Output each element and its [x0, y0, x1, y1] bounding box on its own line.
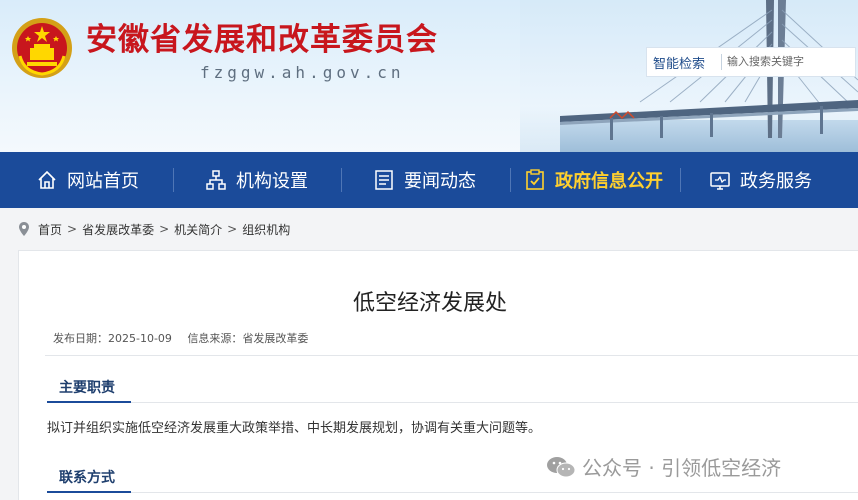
- search-box: 智能检索: [646, 47, 856, 77]
- org-chart-icon: [206, 170, 226, 190]
- nav-divider: [173, 168, 174, 192]
- nav-item-home[interactable]: 网站首页: [36, 152, 139, 208]
- breadcrumb-home[interactable]: 首页: [38, 221, 62, 238]
- section-heading-contact: 联系方式: [59, 470, 115, 486]
- divider: [45, 355, 858, 356]
- breadcrumb-separator: >: [227, 222, 238, 236]
- info-source: 信息来源：省发展改革委: [187, 332, 308, 345]
- publish-date: 发布日期：2025-10-09: [53, 332, 172, 345]
- breadcrumb-org-structure[interactable]: 组织机构: [242, 221, 290, 238]
- divider: [131, 402, 858, 403]
- divider: [131, 492, 858, 493]
- smart-search-button[interactable]: 智能检索: [653, 53, 705, 72]
- nav-item-label: 网站首页: [67, 171, 139, 192]
- nav-item-label: 政务服务: [740, 171, 812, 192]
- search-divider: [721, 54, 722, 70]
- duties-text: 拟订并组织实施低空经济发展重大政策举措、中长期发展规划，协调有关重大问题等。: [47, 421, 542, 436]
- breadcrumb-agency-intro[interactable]: 机关简介: [174, 221, 222, 238]
- section-underline: [47, 491, 131, 493]
- nav-item-news[interactable]: 要闻动态: [373, 152, 476, 208]
- section-underline: [47, 401, 131, 403]
- site-title[interactable]: 安徽省发展和改革委员会: [86, 14, 438, 59]
- location-pin-icon: [19, 222, 29, 236]
- breadcrumb: 首页 > 省发展改革委 > 机关简介 > 组织机构: [18, 220, 290, 238]
- news-icon: [375, 170, 393, 190]
- nav-item-service[interactable]: 政务服务: [709, 152, 812, 208]
- nav-item-label: 要闻动态: [404, 171, 476, 192]
- nav-item-label: 政府信息公开: [555, 171, 663, 192]
- main-nav: 网站首页 机构设置 要闻动态 政府信息公开 政务服务: [0, 152, 858, 208]
- nav-divider: [510, 168, 511, 192]
- page-title: 低空经济发展处: [352, 291, 507, 316]
- nav-item-info-disclosure[interactable]: 政府信息公开: [524, 152, 663, 208]
- info-source-value: 省发展改革委: [242, 332, 309, 345]
- national-emblem-icon: [12, 18, 72, 78]
- article-meta: 发布日期：2025-10-09 信息来源：省发展改革委: [53, 330, 320, 346]
- site-domain: fzggw.ah.gov.cn: [200, 63, 405, 82]
- site-header: 安徽省发展和改革委员会 fzggw.ah.gov.cn 智能检索 输入搜索关键字: [0, 0, 858, 152]
- section-heading-duties: 主要职责: [59, 380, 115, 396]
- nav-item-org[interactable]: 机构设置: [205, 152, 308, 208]
- home-icon: [38, 170, 56, 189]
- wechat-icon: [547, 456, 576, 477]
- nav-divider: [341, 168, 342, 192]
- publish-date-value: 2025-10-09: [108, 332, 172, 345]
- breadcrumb-separator: >: [67, 222, 78, 236]
- wechat-watermark: 公众号 · 引领低空经济: [546, 452, 781, 481]
- info-source-label: 信息来源：: [187, 332, 243, 345]
- watermark-text: 公众号 · 引领低空经济: [582, 456, 782, 480]
- search-input[interactable]: [727, 51, 851, 71]
- info-disclosure-icon: [526, 169, 544, 190]
- service-icon: [710, 172, 730, 190]
- nav-item-label: 机构设置: [236, 171, 308, 192]
- nav-divider: [680, 168, 681, 192]
- publish-date-label: 发布日期：: [53, 332, 108, 345]
- breadcrumb-separator: >: [159, 222, 170, 236]
- breadcrumb-agency[interactable]: 省发展改革委: [82, 221, 154, 238]
